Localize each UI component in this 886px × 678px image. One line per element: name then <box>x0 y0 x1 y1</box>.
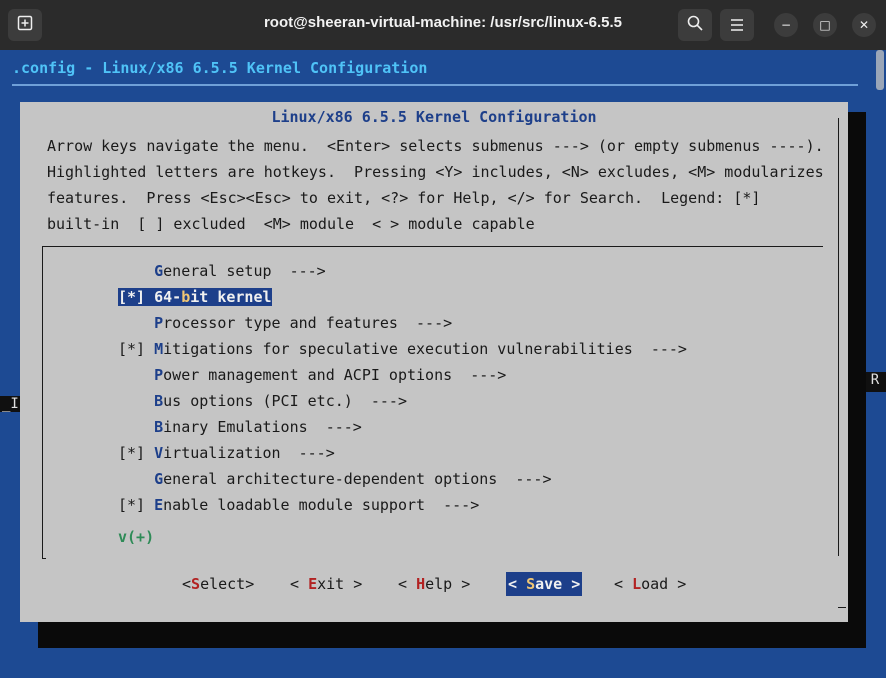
help-line: Highlighted letters are hotkeys. Pressin… <box>47 163 824 181</box>
exit-button[interactable]: < Exit > <box>290 572 362 596</box>
selected-highlight: [*] 64-bit kernel <box>118 288 272 306</box>
minimize-button[interactable]: − <box>774 13 798 37</box>
terminal-window: root@sheeran-virtual-machine: /usr/src/l… <box>0 0 886 678</box>
menu-item[interactable]: Power management and ACPI options ---> <box>118 364 506 386</box>
menu-item-prefix <box>118 392 154 410</box>
menu-item-label: Virtualization ---> <box>154 444 335 462</box>
close-button[interactable]: ✕ <box>852 13 876 37</box>
menu-item-hotkey: B <box>154 392 164 410</box>
menu-item[interactable]: General setup ---> <box>118 260 326 282</box>
menu-item-text: us options (PCI etc.) ---> <box>163 392 407 410</box>
menu-item[interactable]: Processor type and features ---> <box>118 312 452 334</box>
search-button[interactable] <box>678 9 712 41</box>
terminal-area[interactable]: .config - Linux/x86 6.5.5 Kernel Configu… <box>0 50 886 678</box>
title-bar: root@sheeran-virtual-machine: /usr/src/l… <box>0 0 886 50</box>
menu-item-prefix <box>118 366 154 384</box>
dialog-shadow-bottom <box>38 622 866 648</box>
help-button[interactable]: < Help > <box>398 572 470 596</box>
help-line: Arrow keys navigate the menu. <Enter> se… <box>47 137 824 155</box>
background-text-left: _I <box>0 396 21 412</box>
dialog-right-border <box>838 118 839 556</box>
help-line: features. Press <Esc><Esc> to exit, <?> … <box>47 189 761 207</box>
menu-item-text: ower management and ACPI options ---> <box>163 366 507 384</box>
save-button[interactable]: < Save > <box>506 572 583 596</box>
help-line: built-in [ ] excluded <M> module < > mod… <box>47 215 535 233</box>
button-row: <Select> < Exit > < Help > < Save > < Lo… <box>20 572 848 596</box>
menu-item[interactable]: [*] Mitigations for speculative executio… <box>118 338 687 360</box>
header-divider <box>12 84 858 86</box>
menu-item[interactable]: [*] Virtualization ---> <box>118 442 335 464</box>
menu-button[interactable] <box>720 9 754 41</box>
menu-item-text: nable loadable module support ---> <box>163 496 480 514</box>
menu-item-hotkey: G <box>154 262 164 280</box>
menu-item-label: Processor type and features ---> <box>154 314 452 332</box>
menu-item-hotkey: V <box>154 444 164 462</box>
menu-item-label: 64-bit kernel <box>154 288 271 306</box>
config-header: .config - Linux/x86 6.5.5 Kernel Configu… <box>12 59 428 77</box>
menu-item-text: itigations for speculative execution vul… <box>163 340 687 358</box>
menu-item-prefix <box>118 470 154 488</box>
menu-item-prefix <box>118 314 154 332</box>
menu-item-prefix: [*] <box>118 288 155 306</box>
menu-item-text: irtualization ---> <box>163 444 335 462</box>
menu-item-label: Binary Emulations ---> <box>154 418 362 436</box>
load-button[interactable]: < Load > <box>614 572 686 596</box>
menu-item-prefix <box>118 418 154 436</box>
menu-box-corner <box>42 558 46 559</box>
dialog-shadow-right <box>848 112 866 648</box>
menu-item-text: inary Emulations ---> <box>163 418 362 436</box>
menu-item-hotkey: B <box>154 418 164 436</box>
search-icon <box>687 15 703 35</box>
menu-item-label: Power management and ACPI options ---> <box>154 366 506 384</box>
menu-item-text: eneral setup ---> <box>163 262 326 280</box>
menu-item-hotkey: M <box>154 340 164 358</box>
menu-item-prefix: [*] <box>118 496 155 514</box>
kernel-config-dialog: Linux/x86 6.5.5 Kernel Configuration Arr… <box>20 102 848 622</box>
terminal-scrollbar[interactable] <box>876 50 884 90</box>
background-text-right: R <box>864 372 886 392</box>
menu-item-label: Mitigations for speculative execution vu… <box>154 340 687 358</box>
menu-item-prefix <box>118 262 154 280</box>
menu-item-label: Enable loadable module support ---> <box>154 496 479 514</box>
maximize-button[interactable]: □ <box>813 13 837 37</box>
menu-item-prefix: [*] <box>118 444 155 462</box>
menu-item[interactable]: [*] 64-bit kernel <box>118 286 272 308</box>
menu-item-label: General setup ---> <box>154 262 326 280</box>
menu-item[interactable]: [*] Enable loadable module support ---> <box>118 494 479 516</box>
help-text: Arrow keys navigate the menu. <Enter> se… <box>47 133 824 237</box>
menu-item[interactable]: Bus options (PCI etc.) ---> <box>118 390 407 412</box>
menu-item-text: 64- <box>154 288 182 306</box>
menu-item-hotkey: P <box>154 314 164 332</box>
menu-item-text: eneral architecture-dependent options --… <box>163 470 552 488</box>
menu-item-hotkey: E <box>154 496 164 514</box>
dialog-bottom-corner <box>838 607 846 608</box>
menu-item-label: General architecture-dependent options -… <box>154 470 551 488</box>
menu-item-label: Bus options (PCI etc.) ---> <box>154 392 407 410</box>
menu-item-hotkey: b <box>181 288 191 306</box>
menu-item-text: rocessor type and features ---> <box>163 314 453 332</box>
more-items-indicator: v(+) <box>118 528 155 546</box>
dialog-title: Linux/x86 6.5.5 Kernel Configuration <box>271 108 597 126</box>
select-button[interactable]: <Select> <box>182 572 254 596</box>
menu-item[interactable]: General architecture-dependent options -… <box>118 468 551 490</box>
menu-item-prefix: [*] <box>118 340 155 358</box>
hamburger-menu-icon <box>730 16 744 35</box>
menu-item-text: it kernel <box>190 288 272 306</box>
menu-item[interactable]: Binary Emulations ---> <box>118 416 362 438</box>
menu-item-hotkey: P <box>154 366 164 384</box>
menu-item-hotkey: G <box>154 470 164 488</box>
